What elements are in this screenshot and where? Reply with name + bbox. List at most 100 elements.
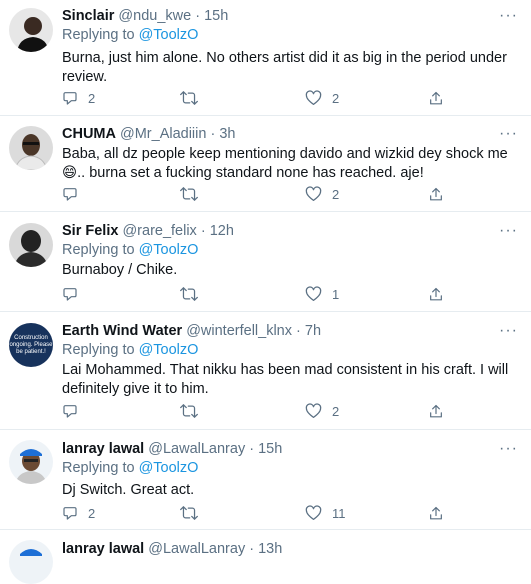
timestamp[interactable]: 15h [258,441,282,457]
more-icon[interactable]: ··· [499,126,518,142]
replying-prefix: Replying to [62,242,139,258]
timestamp[interactable]: 3h [219,126,235,142]
like-button[interactable]: 1 [305,284,339,304]
retweet-button[interactable] [180,88,208,108]
avatar[interactable] [9,440,53,484]
reply-button[interactable] [62,284,88,304]
tweet[interactable]: Sir Felix @rare_felix · 12h Replying to … [0,212,531,312]
tweet-header: Earth Wind Water @winterfell_klnx · 7h [62,322,521,341]
tweet[interactable]: Construction ongoing. Please be patient.… [0,312,531,430]
reply-button[interactable] [62,401,88,421]
retweet-button[interactable] [180,184,208,204]
reply-button[interactable] [62,184,88,204]
share-button[interactable] [428,184,444,204]
tweet-text: Baba, all dz people keep mentioning davi… [62,146,508,181]
like-icon [305,90,322,106]
share-icon [428,286,444,303]
display-name[interactable]: lanray lawal [62,541,144,557]
share-icon [428,90,444,107]
avatar[interactable] [9,223,53,267]
replying-to: Replying to @ToolzO [62,26,521,45]
display-name[interactable]: Earth Wind Water [62,323,182,339]
separator-dot: · [200,223,206,239]
tweet[interactable]: lanray lawal @LawalLanray · 13h [0,530,531,584]
share-button[interactable] [428,284,444,304]
retweet-icon [180,186,198,202]
timestamp[interactable]: 12h [210,223,234,239]
user-handle[interactable]: @LawalLanray [148,441,245,457]
action-bar: 1 [62,284,462,304]
share-icon [428,403,444,420]
mention-link[interactable]: @ToolzO [139,342,199,358]
reply-count: 2 [88,90,96,106]
avatar[interactable] [9,540,53,584]
separator-dot: · [249,541,255,557]
share-icon [428,186,444,203]
like-count: 2 [332,403,340,419]
tweet-text: Burnaboy / Chike. [62,262,178,278]
tweet-header: CHUMA @Mr_Aladiiin · 3h [62,125,521,144]
reply-count: 2 [88,505,96,521]
user-handle[interactable]: @rare_felix [122,223,196,239]
like-button[interactable]: 2 [305,184,339,204]
display-name[interactable]: Sir Felix [62,223,118,239]
separator-dot: · [210,126,216,142]
display-name[interactable]: CHUMA [62,126,116,142]
user-handle[interactable]: @ndu_kwe [118,8,191,24]
replying-to: Replying to @ToolzO [62,459,521,478]
avatar-construction-text: Construction ongoing. Please be patient.… [9,334,53,355]
display-name[interactable]: Sinclair [62,8,114,24]
reply-icon [62,90,78,106]
retweet-button[interactable] [180,401,208,421]
like-count: 11 [332,505,346,521]
retweet-button[interactable] [180,503,208,523]
like-icon [305,186,322,202]
like-button[interactable]: 11 [305,503,346,523]
avatar[interactable] [9,8,53,52]
timestamp[interactable]: 13h [258,541,282,557]
separator-dot: · [249,441,255,457]
share-button[interactable] [428,503,444,523]
retweet-icon [180,403,198,419]
user-handle[interactable]: @LawalLanray [148,541,245,557]
share-button[interactable] [428,88,444,108]
display-name[interactable]: lanray lawal [62,441,144,457]
tweet[interactable]: CHUMA @Mr_Aladiiin · 3h Baba, all dz peo… [0,116,531,212]
tweet-text: Dj Switch. Great act. [62,482,195,498]
separator-dot: · [296,323,301,339]
more-icon[interactable]: ··· [499,441,518,457]
action-bar: 2 2 [62,88,462,108]
like-button[interactable]: 2 [305,401,339,421]
timestamp[interactable]: 15h [204,8,228,24]
more-icon[interactable]: ··· [499,223,518,239]
reply-button[interactable]: 2 [62,503,95,523]
timestamp[interactable]: 7h [305,323,321,339]
retweet-button[interactable] [180,284,208,304]
tweet[interactable]: lanray lawal @LawalLanray · 15h Replying… [0,430,531,530]
avatar[interactable] [9,126,53,170]
user-handle[interactable]: @winterfell_klnx [186,323,292,339]
tweet-text: Burna, just him alone. No others artist … [62,50,507,85]
user-handle[interactable]: @Mr_Aladiiin [120,126,206,142]
tweet[interactable]: Sinclair @ndu_kwe · 15h Replying to @Too… [0,0,531,116]
like-button[interactable]: 2 [305,88,339,108]
share-button[interactable] [428,401,444,421]
reply-icon [62,505,78,521]
reply-button[interactable]: 2 [62,88,95,108]
more-icon[interactable]: ··· [499,323,518,339]
avatar[interactable]: Construction ongoing. Please be patient.… [9,323,53,367]
mention-link[interactable]: @ToolzO [139,27,199,43]
tweet-header: Sir Felix @rare_felix · 12h [62,222,521,241]
replying-to: Replying to @ToolzO [62,241,521,260]
tweet-header: lanray lawal @LawalLanray · 15h [62,440,521,459]
like-icon [305,286,322,302]
mention-link[interactable]: @ToolzO [139,242,199,258]
mention-link[interactable]: @ToolzO [139,460,199,476]
tweet-text: Lai Mohammed. That nikku has been mad co… [62,362,509,397]
like-count: 1 [332,286,340,302]
more-icon[interactable]: ··· [499,8,518,24]
separator-dot: · [195,8,201,24]
action-bar: 2 [62,184,462,204]
retweet-icon [180,286,198,302]
like-count: 2 [332,186,340,202]
